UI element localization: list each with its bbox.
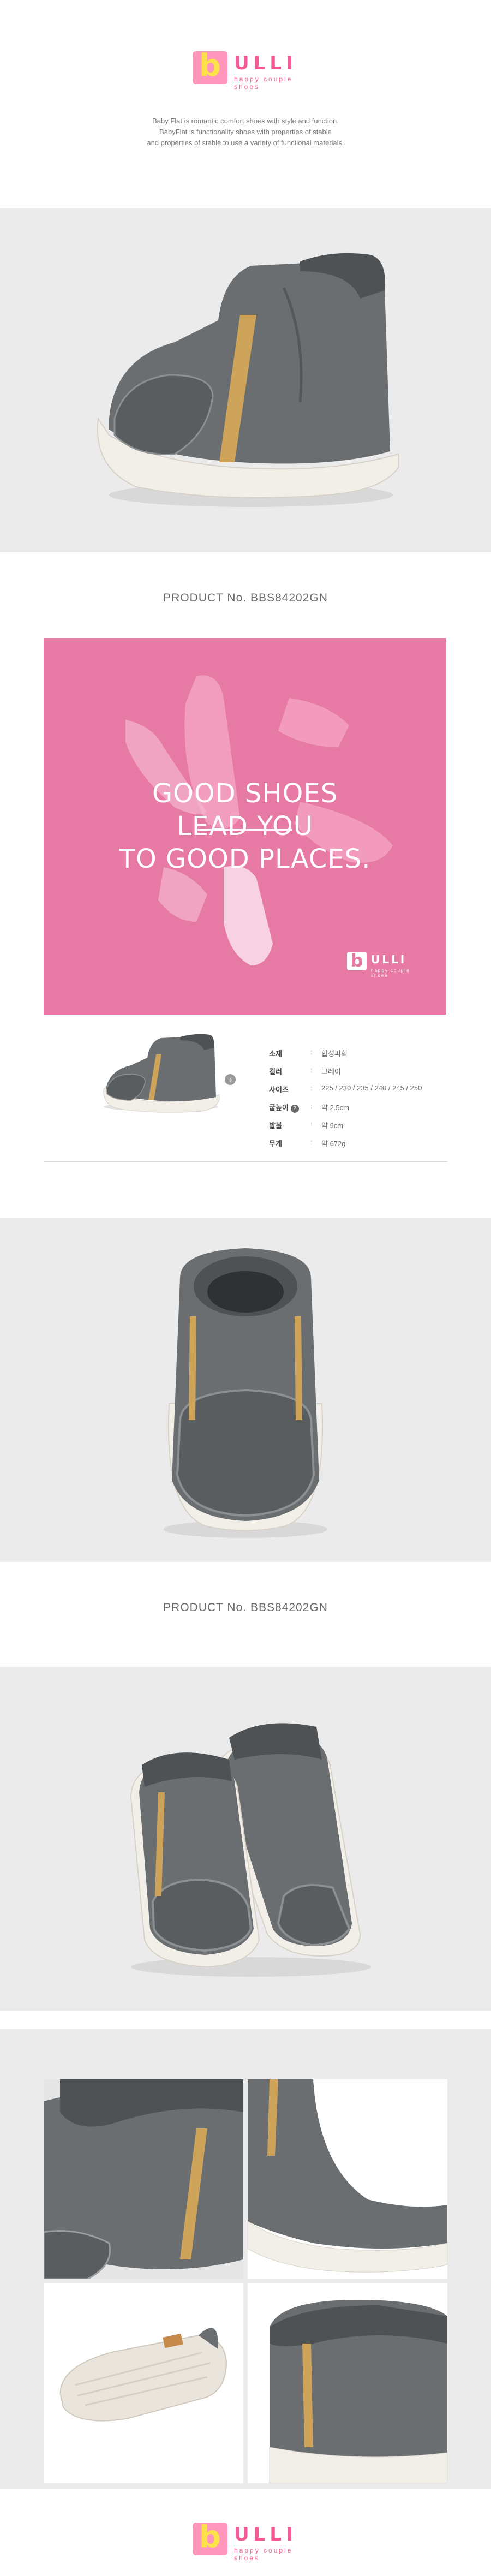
back-closeup-image	[248, 2283, 447, 2483]
spec-row: 발볼 : 약 9cm	[269, 1116, 449, 1134]
divider	[44, 1161, 447, 1162]
spec-separator: :	[310, 1120, 313, 1128]
promo-logo-tagline: happy couple shoes	[371, 968, 410, 978]
promo-line: TO GOOD PLACES.	[119, 844, 371, 874]
spec-table: 소재 : 합성피혁 컬러 : 그레이 사이즈 : 225 / 230 / 235…	[269, 1043, 449, 1152]
spec-separator: :	[310, 1138, 313, 1146]
logo-letter: b	[199, 2519, 221, 2555]
spec-value: 그레이	[321, 1068, 341, 1076]
brand-name: ULLI	[234, 52, 297, 74]
intro-line: Baby Flat is romantic comfort shoes with…	[152, 117, 339, 125]
spec-row: 굽높이? : 약 2.5cm	[269, 1098, 449, 1116]
promo-strike-line	[197, 829, 292, 831]
spec-key-with-help: 굽높이?	[269, 1102, 302, 1113]
shoe-side-image	[97, 253, 399, 507]
promo-slogan: GOOD SHOES LEAD YOU TO GOOD PLACES.	[44, 777, 446, 875]
front-view-panel	[0, 1218, 491, 1562]
shoe-pair-image	[130, 1723, 371, 1977]
spec-row: 소재 : 합성피혁	[269, 1043, 449, 1062]
brand-tagline: happy couple shoes	[234, 2547, 293, 2562]
detail-photo-outsole[interactable]	[44, 2283, 243, 2483]
spec-key: 소재	[269, 1050, 282, 1058]
intro-line: BabyFlat is functionality shoes with pro…	[159, 128, 332, 136]
product-number: PRODUCT No. BBS84202GN	[163, 1601, 328, 1614]
spec-row: 사이즈 : 225 / 230 / 235 / 240 / 245 / 250	[269, 1080, 449, 1098]
promo-line: LEAD YOU	[177, 811, 313, 842]
spec-value: 약 2.5cm	[321, 1104, 349, 1112]
hero-image-panel	[0, 208, 491, 552]
spec-key: 사이즈	[269, 1086, 289, 1094]
detail-photo-zipper[interactable]	[44, 2079, 243, 2279]
shoe-front-image	[164, 1248, 327, 1538]
product-detail-page: b ULLI happy couple shoes Baby Flat is r…	[0, 0, 491, 2576]
brand-tagline: happy couple shoes	[234, 75, 293, 91]
intro-line: and properties of stable to use a variet…	[147, 139, 344, 147]
zipper-closeup-image	[44, 2079, 243, 2279]
brand-logo[interactable]: b ULLI happy couple shoes	[193, 48, 298, 91]
spec-key: 굽높이	[269, 1104, 289, 1112]
pair-view-panel	[0, 1667, 491, 2011]
spec-key: 발볼	[269, 1122, 282, 1130]
help-icon[interactable]: ?	[290, 1105, 299, 1113]
spec-separator: :	[310, 1066, 313, 1074]
spec-value: 약 9cm	[321, 1122, 344, 1130]
spec-value: 합성피혁	[321, 1050, 348, 1058]
spec-separator: :	[310, 1048, 313, 1056]
zoom-plus-icon[interactable]: +	[225, 1074, 236, 1085]
footer-brand-logo[interactable]: b ULLI happy couple shoes	[193, 2519, 298, 2562]
spec-value: 225 / 230 / 235 / 240 / 245 / 250	[321, 1084, 422, 1092]
heel-closeup-image	[248, 2079, 447, 2279]
promo-logo-icon: b	[347, 952, 367, 970]
detail-photo-back[interactable]	[248, 2283, 447, 2483]
spec-key: 컬러	[269, 1068, 282, 1076]
brand-intro: Baby Flat is romantic comfort shoes with…	[0, 116, 491, 148]
promo-logo: b ULLI happy couple shoes	[347, 952, 418, 978]
promo-banner: GOOD SHOES LEAD YOU TO GOOD PLACES. b UL…	[44, 638, 446, 1015]
shoe-thumbnail[interactable]	[98, 1029, 224, 1117]
spec-separator: :	[310, 1102, 313, 1110]
promo-logo-name: ULLI	[371, 953, 407, 966]
spec-separator: :	[310, 1084, 313, 1092]
spec-row: 무게 : 약 672g	[269, 1134, 449, 1152]
spec-key: 무게	[269, 1140, 282, 1148]
product-number: PRODUCT No. BBS84202GN	[163, 592, 328, 604]
outsole-image	[44, 2283, 243, 2483]
spec-value: 약 672g	[321, 1140, 346, 1148]
brand-name: ULLI	[234, 2524, 297, 2545]
logo-letter: b	[199, 48, 221, 84]
promo-line: GOOD SHOES	[152, 778, 338, 809]
detail-photo-heel[interactable]	[248, 2079, 447, 2279]
spec-row: 컬러 : 그레이	[269, 1062, 449, 1080]
